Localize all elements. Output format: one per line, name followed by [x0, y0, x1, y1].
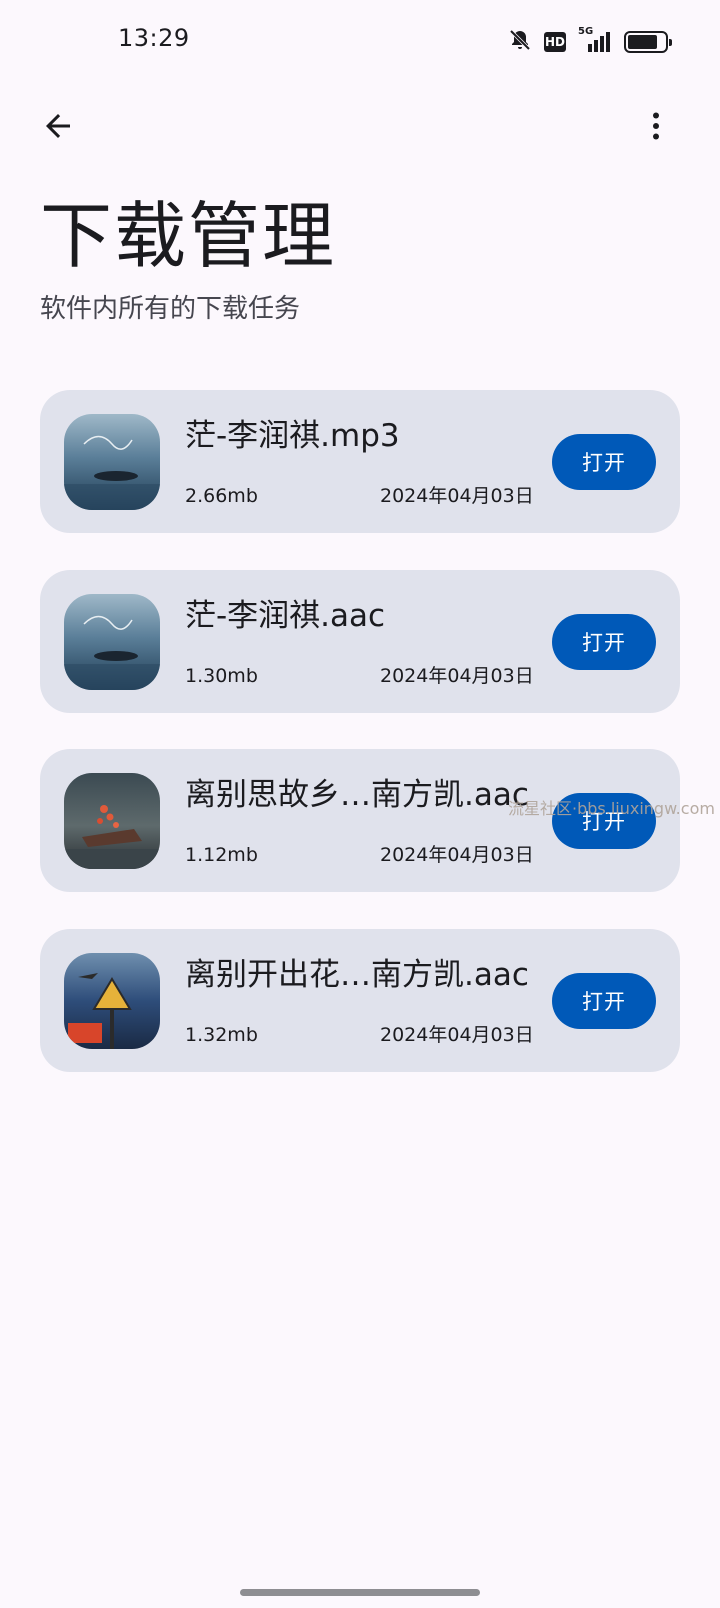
open-button[interactable]: 打开: [552, 614, 656, 670]
page-subtitle: 软件内所有的下载任务: [40, 294, 301, 324]
album-cover: [64, 594, 160, 690]
file-name: 离别开出花…南方凯.aac: [185, 957, 529, 993]
arrow-left-icon: [40, 108, 76, 148]
more-vertical-icon: [638, 108, 674, 148]
file-date: 2024年04月03日: [380, 665, 534, 687]
open-button[interactable]: 打开: [552, 973, 656, 1029]
file-date: 2024年04月03日: [380, 485, 534, 507]
battery-tip: [669, 39, 672, 46]
signal-icon: 5G: [578, 26, 612, 54]
file-name: 茫-李润祺.aac: [185, 598, 386, 634]
download-item[interactable]: 茫-李润祺.mp3 2.66mb 2024年04月03日 打开: [40, 390, 680, 533]
home-indicator[interactable]: [240, 1589, 480, 1596]
download-item[interactable]: 茫-李润祺.aac 1.30mb 2024年04月03日 打开: [40, 570, 680, 713]
battery-icon: [624, 31, 672, 53]
top-app-bar: [0, 96, 720, 160]
album-cover: [64, 414, 160, 510]
status-bar: 13:29 HD 5G: [0, 0, 720, 84]
watermark-text: 流星社区·bbs.liuxingw.com: [508, 799, 715, 818]
file-size: 1.12mb: [185, 844, 258, 866]
bell-off-icon: [508, 28, 532, 56]
file-size: 2.66mb: [185, 485, 258, 507]
status-icons: HD 5G: [508, 26, 672, 57]
page-title: 下载管理: [40, 194, 337, 278]
back-button[interactable]: [30, 100, 86, 156]
album-cover: [64, 773, 160, 869]
hd-badge: HD: [544, 32, 566, 52]
album-cover: [64, 953, 160, 1049]
open-button[interactable]: 打开: [552, 434, 656, 490]
file-date: 2024年04月03日: [380, 844, 534, 866]
battery-fill: [628, 35, 657, 49]
status-time: 13:29: [118, 24, 190, 52]
file-size: 1.32mb: [185, 1024, 258, 1046]
file-name: 茫-李润祺.mp3: [185, 418, 400, 454]
more-options-button[interactable]: [628, 100, 684, 156]
file-name: 离别思故乡…南方凯.aac: [185, 777, 529, 813]
download-item[interactable]: 离别开出花…南方凯.aac 1.32mb 2024年04月03日 打开: [40, 929, 680, 1072]
download-item[interactable]: 离别思故乡…南方凯.aac 1.12mb 2024年04月03日 打开: [40, 749, 680, 892]
file-date: 2024年04月03日: [380, 1024, 534, 1046]
file-size: 1.30mb: [185, 665, 258, 687]
